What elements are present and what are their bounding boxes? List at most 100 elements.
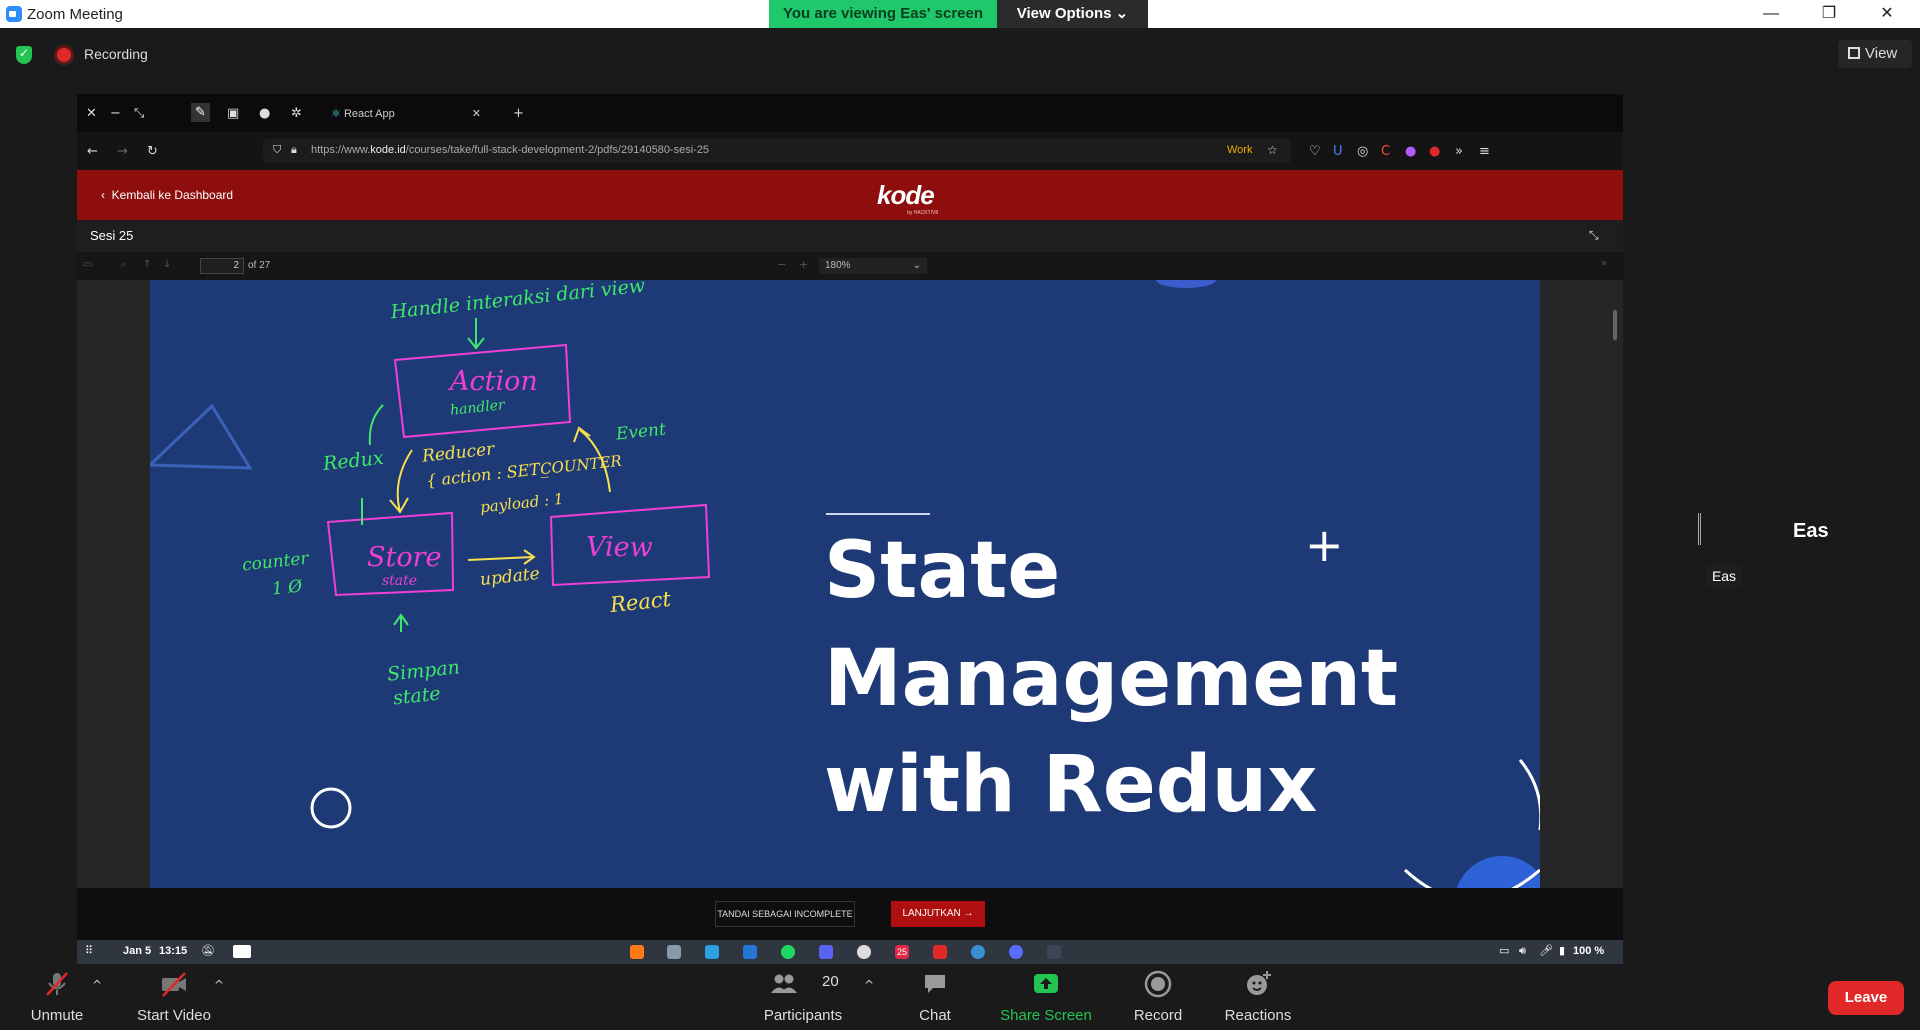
address-bar[interactable]: ⛉ 🔒︎ https://www.kode.id/courses/take/fu… [263,139,1291,163]
url-path: /courses/take/full-stack-development-2/p… [405,144,710,156]
mark-incomplete-button[interactable]: TANDAI SEBAGAI INCOMPLETE [715,901,855,927]
forward-icon[interactable]: → [117,144,128,159]
participants-icon [771,974,798,993]
record-button[interactable]: Record [1122,964,1194,1030]
new-tab-icon[interactable]: + [513,106,524,121]
notifications-off-icon[interactable]: 🔕︎ [201,944,215,957]
spotify-icon[interactable] [781,945,795,959]
encryption-shield-icon[interactable] [16,46,32,64]
discord-icon[interactable] [819,945,833,959]
back-icon[interactable]: ← [87,144,98,159]
search-icon[interactable]: ⌕ [121,259,127,270]
store-icon[interactable] [705,945,719,959]
apps-grid-icon[interactable]: ⠿ [85,944,93,957]
files-icon[interactable] [667,945,681,959]
extension-u-icon[interactable]: U [1333,144,1343,159]
viewing-banner: You are viewing Eas' screen [769,0,997,28]
kode-logo[interactable]: kode [877,180,935,211]
pdf-overflow-icon[interactable]: » [1601,258,1607,269]
zoom-select[interactable]: 180% ⌄ [819,258,927,274]
purple-app-icon[interactable] [1009,945,1023,959]
lock-icon[interactable]: 🔒︎ [291,143,297,157]
extension-icon[interactable]: ✲ [291,106,302,121]
bookmark-star-icon[interactable]: ☆ [1267,143,1278,157]
recording-icon [57,48,71,62]
zoom-titlebar: Zoom Meeting You are viewing Eas' screen… [0,0,1920,28]
start-video-button[interactable]: Start Video [124,964,224,1030]
github-desktop-icon[interactable] [857,945,871,959]
red-app-icon[interactable] [933,945,947,959]
minimize-icon[interactable]: − [110,106,121,121]
kode-logo-sub: by HACKTIV8 [907,210,939,216]
back-to-dashboard-link[interactable]: ‹ Kembali ke Dashboard [101,188,233,202]
arrow-simpan [393,613,409,632]
top-blob-shape [1156,280,1216,288]
unmute-button[interactable]: Unmute [20,964,94,1030]
tab-close-icon[interactable]: ✕ [472,100,481,128]
extension-mask-icon[interactable]: ◎ [1357,144,1368,159]
vscode-icon[interactable] [743,945,757,959]
ring-shape [310,787,352,829]
reload-icon[interactable]: ↻ [147,144,158,159]
display-icon[interactable]: ▭ [1499,944,1509,957]
zoom-out-icon[interactable]: − [777,258,786,271]
lesson-actions-bar: TANDAI SEBAGAI INCOMPLETE LANJUTKAN → [77,888,1623,940]
reactions-label: Reactions [1224,1007,1292,1024]
page-up-icon[interactable]: ↑ [143,259,151,270]
container-label[interactable]: Work [1227,144,1252,156]
terminal-icon[interactable] [1047,945,1061,959]
chat-button[interactable]: Chat [900,964,970,1030]
calendar-badge-icon[interactable]: 25 [895,945,909,959]
annotation-store-sub: state [382,573,418,589]
microphone-icon[interactable]: 🎤︎ [1539,944,1553,957]
participants-caret-icon[interactable]: ^ [864,978,874,992]
view-button[interactable]: View [1838,40,1912,68]
overflow-icon[interactable]: » [1455,144,1463,159]
sidebar-toggle-icon[interactable]: ▭ [83,259,92,270]
video-options-caret-icon[interactable]: ^ [214,978,224,992]
pocket-icon[interactable]: ♡ [1309,144,1321,159]
pinned-image-icon[interactable]: ▣ [227,106,239,121]
reactions-button[interactable]: Reactions [1214,964,1302,1030]
zoom-logo-icon [6,6,22,22]
participant-audio-bar [1698,513,1701,545]
collapse-icon[interactable]: ⤡ [1589,228,1599,243]
page-down-icon[interactable]: ↓ [163,259,171,270]
fullscreen-icon[interactable]: ⤡ [134,106,144,121]
close-icon[interactable]: ✕ [86,106,97,121]
recording-label: Recording [84,46,148,62]
extension-c-icon[interactable]: C [1381,144,1390,159]
leave-button[interactable]: Leave [1828,981,1904,1015]
audio-options-caret-icon[interactable]: ^ [92,978,102,992]
menu-icon[interactable]: ≡ [1479,144,1490,159]
grid-icon [1848,47,1860,59]
shield-outline-icon[interactable]: ⛉ [273,143,281,157]
extension-red-icon[interactable]: ● [1429,144,1440,159]
globe-app-icon[interactable] [971,945,985,959]
pinned-tab-icon[interactable]: ✎ [191,103,210,122]
continue-button[interactable]: LANJUTKAN → [891,901,985,927]
pdf-scrollbar[interactable] [1613,310,1617,340]
participants-count: 20 [822,973,839,990]
share-screen-button[interactable]: Share Screen [992,964,1100,1030]
restore-button[interactable]: ❐ [1806,0,1852,28]
zoom-in-icon[interactable]: + [799,258,808,271]
chevron-down-icon: ⌄ [912,260,921,271]
window-icon[interactable] [233,945,251,958]
firefox-icon[interactable] [630,945,644,959]
battery-icon[interactable]: ▮ [1559,944,1565,957]
participants-button[interactable]: 20 Participants [756,964,850,1030]
browser-tab-bar: ✕ − ⤡ ✎ ▣ ● ✲ ⚛ React App ✕ + [77,94,1623,132]
view-options-button[interactable]: View Options ⌄ [997,0,1148,28]
extension-purple-icon[interactable]: ● [1405,144,1416,159]
close-window-button[interactable]: ✕ [1864,0,1910,28]
shared-screen: ✕ − ⤡ ✎ ▣ ● ✲ ⚛ React App ✕ + ← → ↻ ⛉ 🔒︎ … [77,94,1623,964]
github-icon[interactable]: ● [259,106,270,121]
slide-title-line-2: Management [824,634,1399,724]
title-rule [826,513,930,515]
page-number-input[interactable]: 2 [200,258,244,274]
volume-icon[interactable]: 🔊︎ [1519,944,1526,958]
browser-nav-bar: ← → ↻ ⛉ 🔒︎ https://www.kode.id/courses/t… [77,132,1623,170]
tab-react-app[interactable]: ⚛ React App ✕ [317,100,499,128]
minimize-button[interactable]: — [1748,0,1794,28]
